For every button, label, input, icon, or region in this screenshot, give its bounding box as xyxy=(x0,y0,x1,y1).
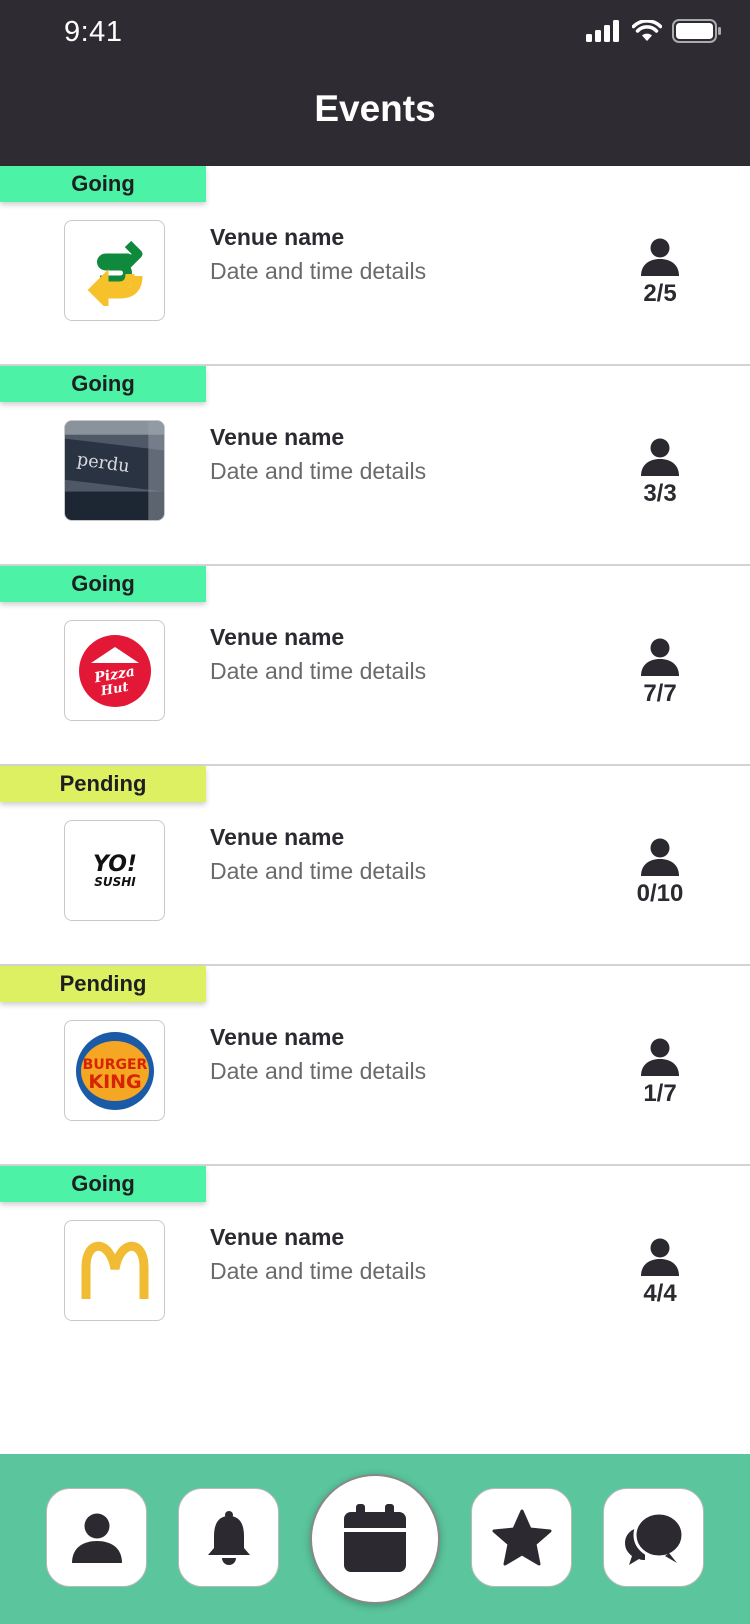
attendance-count: 1/7 xyxy=(643,1080,677,1107)
star-icon xyxy=(492,1509,551,1565)
event-details: Date and time details xyxy=(210,458,427,484)
event-details: Date and time details xyxy=(210,858,427,884)
attendance-count: 0/10 xyxy=(636,880,684,907)
attendance: 0/10 xyxy=(620,838,700,908)
person-icon xyxy=(641,838,679,876)
event-row[interactable]: Going Venue name Date and time details 2… xyxy=(0,166,750,366)
signal-icon xyxy=(586,20,619,42)
battery-icon xyxy=(672,19,721,43)
person-icon xyxy=(641,238,679,276)
status-icons xyxy=(586,16,722,46)
attendance: 4/4 xyxy=(620,1238,700,1308)
attendance: 1/7 xyxy=(620,1038,700,1108)
event-list: Going Venue name Date and time details 2… xyxy=(0,166,750,1366)
attendance-count: 2/5 xyxy=(643,280,677,307)
person-icon xyxy=(641,638,679,676)
status-time: 9:41 xyxy=(64,16,123,48)
bell-icon xyxy=(207,1510,250,1565)
attendance: 3/3 xyxy=(620,438,700,508)
attendance-count: 4/4 xyxy=(643,1280,677,1307)
venue-name: Venue name xyxy=(210,1224,345,1250)
attendance: 2/5 xyxy=(620,238,700,308)
person-icon xyxy=(641,1238,679,1276)
attendance-count: 7/7 xyxy=(643,680,677,707)
tab-notifications[interactable] xyxy=(178,1488,279,1587)
status-badge: Going xyxy=(0,366,206,402)
event-row[interactable]: Pending YO! SUSHI Venue name Date and ti… xyxy=(0,766,750,966)
venue-name: Venue name xyxy=(210,624,345,650)
status-badge: Going xyxy=(0,566,206,602)
tab-events[interactable] xyxy=(310,1474,440,1604)
chat-icon xyxy=(624,1511,684,1565)
event-details: Date and time details xyxy=(210,1058,427,1084)
tab-favorites[interactable] xyxy=(471,1488,572,1587)
venue-name: Venue name xyxy=(210,824,345,850)
svg-text:KING: KING xyxy=(88,1071,141,1093)
svg-text:SUSHI: SUSHI xyxy=(94,875,136,889)
event-row[interactable]: Pending BURGER KING Venue name Date and … xyxy=(0,966,750,1166)
status-badge: Going xyxy=(0,1166,206,1202)
person-icon xyxy=(641,1038,679,1076)
event-details: Date and time details xyxy=(210,658,427,684)
event-details: Date and time details xyxy=(210,258,427,284)
attendance-count: 3/3 xyxy=(643,480,677,507)
status-badge: Pending xyxy=(0,766,206,802)
event-row[interactable]: Going Pizza Hut Venue name Date and time… xyxy=(0,566,750,766)
tab-profile[interactable] xyxy=(46,1488,147,1587)
app-header: 9:41 Events xyxy=(0,0,750,166)
event-row[interactable]: Going Venue name Date and time details 4… xyxy=(0,1166,750,1366)
venue-name: Venue name xyxy=(210,1024,345,1050)
status-badge: Pending xyxy=(0,966,206,1002)
venue-logo-mcdonalds xyxy=(64,1220,165,1321)
event-details: Date and time details xyxy=(210,1258,427,1284)
venue-name: Venue name xyxy=(210,224,345,250)
page-title: Events xyxy=(314,88,436,129)
person-icon xyxy=(641,438,679,476)
calendar-icon xyxy=(344,1504,406,1572)
venue-logo-pizza-hut: Pizza Hut xyxy=(64,620,165,721)
tab-messages[interactable] xyxy=(603,1488,704,1587)
event-row[interactable]: Going perdu Venue name Date and time det… xyxy=(0,366,750,566)
attendance: 7/7 xyxy=(620,638,700,708)
venue-logo-perdu: perdu xyxy=(64,420,165,521)
svg-text:YO!: YO! xyxy=(93,852,137,877)
tab-bar xyxy=(0,1454,750,1624)
venue-logo-yo-sushi: YO! SUSHI xyxy=(64,820,165,921)
venue-logo-burger-king: BURGER KING xyxy=(64,1020,165,1121)
venue-logo-subway xyxy=(64,220,165,321)
wifi-icon xyxy=(632,20,662,41)
profile-icon xyxy=(71,1513,122,1563)
status-badge: Going xyxy=(0,166,206,202)
venue-name: Venue name xyxy=(210,424,345,450)
